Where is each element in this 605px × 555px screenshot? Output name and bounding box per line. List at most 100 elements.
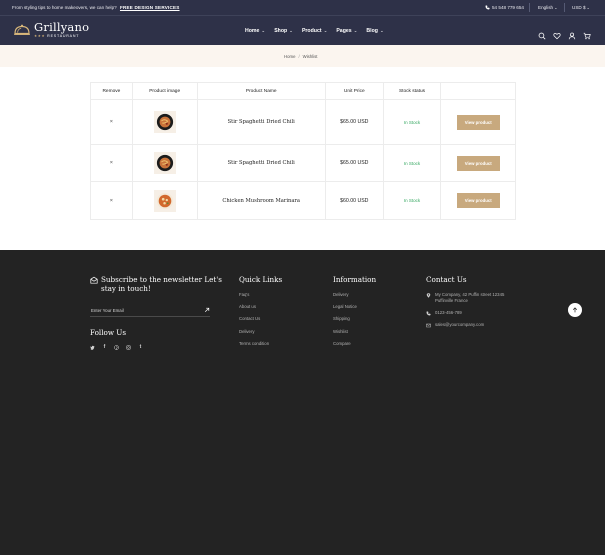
- view-product-button[interactable]: View product: [456, 155, 500, 171]
- footer-link-faqs[interactable]: Faq's: [239, 292, 282, 297]
- logo-stars: ★★★: [34, 34, 46, 38]
- column-header-image: Product image: [133, 83, 198, 99]
- table-row: × Stir Spaghetti Dried Chili $65.00 USD …: [91, 145, 515, 182]
- facebook-icon[interactable]: f: [102, 345, 107, 350]
- contact-email: sales@yourcompany.com: [426, 322, 507, 328]
- column-header-name: Product Name: [198, 83, 326, 99]
- newsletter-email-field[interactable]: Enter Your Email: [90, 305, 210, 317]
- twitter-icon[interactable]: [90, 345, 95, 350]
- column-header-action: [441, 83, 515, 99]
- email-text[interactable]: sales@yourcompany.com: [435, 322, 484, 328]
- phone-icon: [426, 311, 431, 315]
- back-to-top-button[interactable]: [568, 303, 582, 317]
- product-name[interactable]: Stir Spaghetti Dried Chili: [228, 119, 295, 125]
- nav-label: Shop: [274, 28, 288, 34]
- stock-status: In Stock: [403, 119, 421, 125]
- product-name[interactable]: Stir Spaghetti Dried Chili: [228, 160, 295, 166]
- footer-link-wishlist[interactable]: Wishlist: [333, 329, 376, 334]
- footer-link-terms[interactable]: Terms condition: [239, 341, 282, 346]
- language-selector[interactable]: English⌄: [538, 5, 557, 10]
- wishlist-table: Remove Product image Product Name Unit P…: [90, 82, 516, 220]
- tumblr-icon[interactable]: t: [138, 345, 143, 350]
- view-product-button[interactable]: View product: [456, 193, 500, 208]
- breadcrumb-separator: /: [298, 54, 300, 59]
- product-image[interactable]: [153, 152, 176, 174]
- address-text: My Company, 42 Puffin street 12345 Puffi…: [435, 292, 505, 303]
- header-icons: [538, 27, 591, 40]
- promo-text: From styling tips to home makeovers, we …: [12, 5, 117, 10]
- footer-link-about-us[interactable]: About us: [239, 304, 282, 309]
- instagram-icon[interactable]: [126, 345, 131, 350]
- breadcrumb-home-link[interactable]: Home: [284, 54, 295, 59]
- nav-item-product[interactable]: Product ⌄: [302, 28, 327, 34]
- free-design-services-link[interactable]: FREE DESIGN SERVICES: [120, 5, 180, 10]
- footer-link-delivery[interactable]: Delivery: [239, 329, 282, 334]
- product-image[interactable]: [153, 189, 176, 212]
- heart-icon[interactable]: [553, 27, 561, 40]
- nav-item-home[interactable]: Home ⌄: [245, 28, 265, 34]
- phone-text[interactable]: 0123-456-789: [435, 310, 462, 316]
- currency-selector[interactable]: USD $⌄: [572, 5, 590, 10]
- cart-icon[interactable]: [583, 27, 591, 40]
- contact-title: Contact Us: [426, 275, 467, 284]
- contact-section: Contact Us My Company, 42 Puffin street …: [426, 275, 507, 334]
- column-header-remove: Remove: [91, 83, 133, 99]
- nav-label: Pages: [336, 28, 352, 34]
- contact-address: My Company, 42 Puffin street 12345 Puffi…: [426, 292, 507, 304]
- footer-link-shipping[interactable]: Shipping: [333, 316, 376, 321]
- chevron-down-icon: ⌄: [323, 28, 328, 33]
- phone-info: 54 548 779 654: [485, 5, 524, 10]
- chevron-down-icon: ⌄: [289, 28, 293, 33]
- table-header-row: Remove Product image Product Name Unit P…: [91, 83, 515, 100]
- follow-us-title: Follow Us: [90, 328, 127, 337]
- remove-icon[interactable]: ×: [110, 119, 113, 125]
- footer-link-contact-us[interactable]: Contact Us: [239, 316, 282, 321]
- logo-subtitle: ★★★ RESTAURANT: [34, 34, 89, 38]
- nav-item-blog[interactable]: Blog ⌄: [366, 28, 383, 34]
- chevron-down-icon: ⌄: [353, 28, 358, 33]
- phone-number: 54 548 779 654: [492, 5, 524, 10]
- footer: Subscribe to the newsletter Let's stay i…: [0, 250, 605, 555]
- table-row: × Stir Spaghetti Dried Chili $65.00 USD …: [91, 100, 515, 145]
- divider: [564, 3, 565, 12]
- social-links: f t: [90, 345, 143, 350]
- product-price: $65.00 USD: [340, 119, 369, 125]
- footer-link-legal-notice[interactable]: Legal Notice: [333, 304, 376, 309]
- logo-name: Grillyano: [34, 20, 90, 34]
- phone-icon: [485, 5, 490, 10]
- nav-label: Home: [245, 28, 260, 34]
- column-header-price: Unit Price: [326, 83, 384, 99]
- nav-label: Product: [301, 28, 322, 34]
- email-placeholder: Enter Your Email: [91, 308, 124, 313]
- newsletter-title: Subscribe to the newsletter Let's stay i…: [101, 275, 222, 293]
- search-icon[interactable]: [538, 27, 546, 40]
- information-section: Information Delivery Legal Notice Shippi…: [333, 275, 376, 353]
- quick-links-section: Quick Links Faq's About us Contact Us De…: [239, 275, 282, 353]
- promo-bar: From styling tips to home makeovers, we …: [12, 5, 180, 10]
- pinterest-icon[interactable]: [114, 345, 119, 350]
- location-pin-icon: [426, 292, 431, 298]
- newsletter-section: Subscribe to the newsletter Let's stay i…: [90, 275, 225, 350]
- breadcrumb: Home / Wishlist: [0, 45, 605, 67]
- product-name[interactable]: Chicken Mushroom Marinara: [222, 198, 300, 204]
- nav-item-shop[interactable]: Shop ⌄: [274, 28, 293, 34]
- footer-link-compare[interactable]: Compare: [333, 341, 376, 346]
- remove-icon[interactable]: ×: [110, 198, 113, 204]
- main-content: Remove Product image Product Name Unit P…: [0, 67, 605, 250]
- logo[interactable]: Grillyano ★★★ RESTAURANT: [13, 21, 89, 38]
- nav-label: Blog: [366, 28, 378, 34]
- remove-icon[interactable]: ×: [110, 160, 113, 166]
- logo-sub-text: RESTAURANT: [47, 34, 80, 38]
- chevron-down-icon: ⌄: [586, 5, 590, 10]
- chevron-down-icon: ⌄: [261, 28, 266, 33]
- user-icon[interactable]: [568, 27, 576, 40]
- view-product-button[interactable]: View product: [456, 114, 500, 130]
- product-image[interactable]: [153, 111, 176, 133]
- main-nav: Home ⌄ Shop ⌄ Product ⌄ Pages ⌄ Blog ⌄: [245, 28, 384, 34]
- breadcrumb-current: Wishlist: [302, 54, 318, 59]
- main-header: Grillyano ★★★ RESTAURANT Home ⌄ Shop ⌄ Prod…: [0, 15, 605, 45]
- column-header-stock: Stock status: [384, 83, 442, 99]
- nav-item-pages[interactable]: Pages ⌄: [336, 28, 357, 34]
- arrow-up-right-icon[interactable]: [204, 307, 210, 313]
- footer-link-delivery[interactable]: Delivery: [333, 292, 376, 297]
